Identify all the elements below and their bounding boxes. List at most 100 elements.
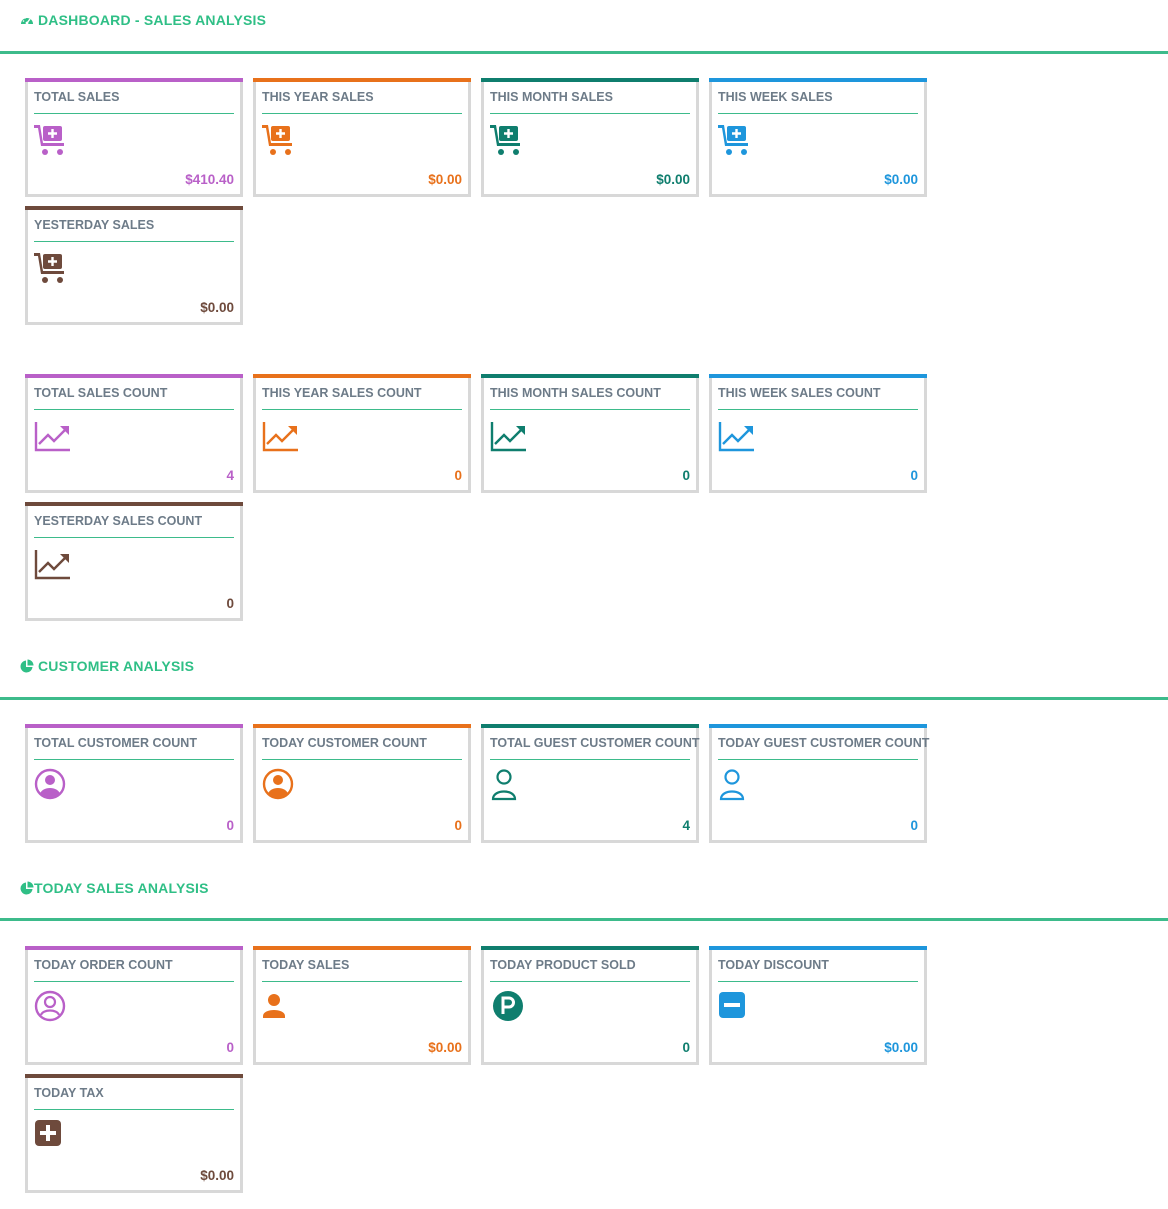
card-yesterday-sales: YESTERDAY SALES $0.00: [25, 206, 243, 325]
card-total-guest-customer-count: TOTAL GUEST CUSTOMER COUNT 4: [481, 724, 700, 843]
card-value: 0: [682, 468, 690, 483]
card-value: 0: [454, 468, 462, 483]
card-value: 0: [910, 818, 918, 833]
trend-chart-icon: [34, 422, 70, 452]
card-value: $0.00: [884, 172, 918, 187]
section-divider: [0, 918, 1168, 921]
section-divider: [0, 697, 1168, 700]
card-title: TODAY CUSTOMER COUNT: [262, 736, 462, 760]
cart-plus-icon: [262, 125, 292, 155]
card-title: THIS YEAR SALES COUNT: [262, 386, 462, 410]
section-title-text: DASHBOARD - SALES ANALYSIS: [38, 12, 267, 28]
section-title-text: CUSTOMER ANALYSIS: [38, 658, 195, 674]
cart-plus-icon: [718, 125, 748, 155]
user-circle-icon: [34, 768, 66, 800]
user-circle-icon: [262, 768, 294, 800]
card-value: 0: [226, 596, 234, 611]
pie-chart-icon: [20, 881, 34, 895]
cart-plus-icon: [34, 253, 64, 283]
card-this-week-sales-count: THIS WEEK SALES COUNT 0: [709, 374, 927, 493]
cart-plus-icon: [34, 125, 64, 155]
card-this-month-sales: THIS MONTH SALES $0.00: [481, 78, 699, 197]
card-accent: [253, 946, 471, 950]
user-outline-icon: [719, 769, 745, 801]
card-value: 0: [226, 818, 234, 833]
card-accent: [25, 374, 243, 378]
card-today-customer-count: TODAY CUSTOMER COUNT 0: [253, 724, 471, 843]
section-title-text: TODAY SALES ANALYSIS: [34, 880, 209, 896]
minus-square-icon: [719, 992, 745, 1018]
card-accent: [709, 724, 927, 728]
card-value: $0.00: [884, 1040, 918, 1055]
card-value: $410.40: [185, 172, 234, 187]
trend-chart-icon: [490, 422, 526, 452]
card-title: TOTAL SALES: [34, 90, 234, 114]
card-title: THIS WEEK SALES COUNT: [718, 386, 918, 410]
card-accent: [25, 78, 243, 82]
section-title-customer: CUSTOMER ANALYSIS: [20, 658, 194, 674]
section-title-sales: DASHBOARD - SALES ANALYSIS: [20, 12, 266, 28]
card-accent: [709, 946, 927, 950]
card-value: $0.00: [656, 172, 690, 187]
card-value: 0: [454, 818, 462, 833]
card-value: $0.00: [200, 1168, 234, 1183]
card-value: 4: [682, 818, 690, 833]
card-accent: [481, 946, 699, 950]
card-this-year-sales-count: THIS YEAR SALES COUNT 0: [253, 374, 471, 493]
card-title: TOTAL SALES COUNT: [34, 386, 234, 410]
card-accent: [253, 374, 471, 378]
card-value: 0: [910, 468, 918, 483]
card-title: TODAY GUEST CUSTOMER COUNT: [718, 736, 929, 760]
card-accent: [481, 724, 699, 728]
card-today-product-sold: TODAY PRODUCT SOLD 0: [481, 946, 699, 1065]
plus-square-icon: [35, 1120, 61, 1146]
card-accent: [25, 946, 243, 950]
card-accent: [481, 78, 699, 82]
card-today-order-count: TODAY ORDER COUNT 0: [25, 946, 243, 1065]
card-title: TOTAL GUEST CUSTOMER COUNT: [490, 736, 700, 760]
card-title: TODAY ORDER COUNT: [34, 958, 234, 982]
card-accent: [25, 502, 243, 506]
user-icon: [263, 994, 285, 1018]
card-total-sales: TOTAL SALES $410.40: [25, 78, 243, 197]
pie-chart-icon: [20, 659, 34, 673]
card-value: 4: [226, 468, 234, 483]
card-value: $0.00: [428, 1040, 462, 1055]
card-accent: [709, 374, 927, 378]
card-title: TODAY DISCOUNT: [718, 958, 918, 982]
user-circle-outline-icon: [34, 990, 66, 1022]
card-title: TODAY PRODUCT SOLD: [490, 958, 690, 982]
card-title: THIS YEAR SALES: [262, 90, 462, 114]
card-title: YESTERDAY SALES COUNT: [34, 514, 234, 538]
card-value: 0: [226, 1040, 234, 1055]
card-yesterday-sales-count: YESTERDAY SALES COUNT 0: [25, 502, 243, 621]
cart-plus-icon: [490, 125, 520, 155]
card-accent: [253, 78, 471, 82]
card-accent: [709, 78, 927, 82]
card-total-sales-count: TOTAL SALES COUNT 4: [25, 374, 243, 493]
card-today-discount: TODAY DISCOUNT $0.00: [709, 946, 927, 1065]
card-accent: [25, 206, 243, 210]
card-accent: [253, 724, 471, 728]
dashboard-icon: [21, 16, 33, 25]
section-title-today: TODAY SALES ANALYSIS: [20, 880, 209, 896]
product-p-icon: [493, 991, 523, 1021]
card-this-month-sales-count: THIS MONTH SALES COUNT 0: [481, 374, 699, 493]
card-value: $0.00: [200, 300, 234, 315]
card-title: TODAY TAX: [34, 1086, 234, 1110]
card-title: TODAY SALES: [262, 958, 462, 982]
card-title: THIS MONTH SALES: [490, 90, 690, 114]
card-title: THIS WEEK SALES: [718, 90, 918, 114]
card-title: THIS MONTH SALES COUNT: [490, 386, 690, 410]
trend-chart-icon: [718, 422, 754, 452]
section-divider: [0, 51, 1168, 54]
card-accent: [25, 724, 243, 728]
trend-chart-icon: [34, 550, 70, 580]
card-today-sales: TODAY SALES $0.00: [253, 946, 471, 1065]
card-today-tax: TODAY TAX $0.00: [25, 1074, 243, 1193]
card-accent: [481, 374, 699, 378]
card-this-week-sales: THIS WEEK SALES $0.00: [709, 78, 927, 197]
card-value: $0.00: [428, 172, 462, 187]
card-accent: [25, 1074, 243, 1078]
card-this-year-sales: THIS YEAR SALES $0.00: [253, 78, 471, 197]
